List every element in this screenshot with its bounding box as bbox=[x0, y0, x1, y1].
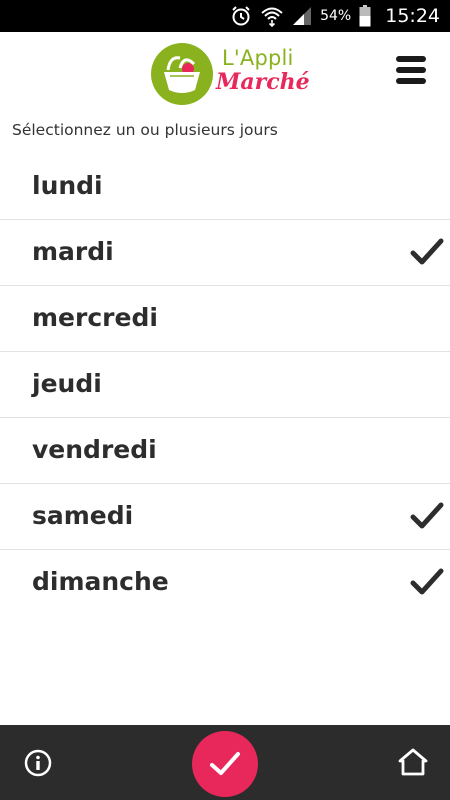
logo-text-marche: Marché bbox=[216, 69, 310, 95]
basket-icon bbox=[151, 43, 213, 105]
check-icon bbox=[410, 568, 444, 595]
home-icon[interactable] bbox=[397, 747, 429, 777]
clock: 15:24 bbox=[385, 5, 440, 27]
day-row-lundi[interactable]: lundi bbox=[0, 154, 450, 220]
alarm-icon bbox=[232, 6, 250, 26]
check-icon bbox=[410, 238, 444, 265]
check-icon bbox=[410, 502, 444, 529]
confirm-button[interactable] bbox=[192, 731, 258, 797]
day-label: vendredi bbox=[32, 435, 157, 464]
day-row-mardi[interactable]: mardi bbox=[0, 220, 450, 286]
day-row-jeudi[interactable]: jeudi bbox=[0, 352, 450, 418]
instruction-text: Sélectionnez un ou plusieurs jours bbox=[12, 121, 278, 139]
day-list: lundi mardi mercredi jeudi vendredi same… bbox=[0, 154, 450, 616]
battery-percent: 54% bbox=[320, 8, 352, 24]
day-row-vendredi[interactable]: vendredi bbox=[0, 418, 450, 484]
day-label: dimanche bbox=[32, 567, 169, 596]
logo-text-appli: L'Appli bbox=[222, 46, 294, 70]
status-bar: 54% 15:24 bbox=[0, 0, 450, 32]
battery-icon bbox=[359, 5, 371, 27]
day-row-mercredi[interactable]: mercredi bbox=[0, 286, 450, 352]
check-icon bbox=[210, 752, 240, 775]
app-header: L'Appli Marché bbox=[0, 32, 450, 120]
day-label: lundi bbox=[32, 171, 103, 200]
day-row-dimanche[interactable]: dimanche bbox=[0, 550, 450, 616]
info-icon[interactable] bbox=[24, 749, 52, 777]
app-logo[interactable]: L'Appli Marché bbox=[150, 36, 310, 106]
day-label: samedi bbox=[32, 501, 134, 530]
wifi-icon bbox=[261, 7, 283, 27]
day-label: jeudi bbox=[32, 369, 102, 398]
hamburger-menu-icon[interactable] bbox=[396, 56, 426, 84]
day-label: mercredi bbox=[32, 303, 158, 332]
signal-icon bbox=[293, 7, 312, 25]
day-label: mardi bbox=[32, 237, 114, 266]
day-row-samedi[interactable]: samedi bbox=[0, 484, 450, 550]
